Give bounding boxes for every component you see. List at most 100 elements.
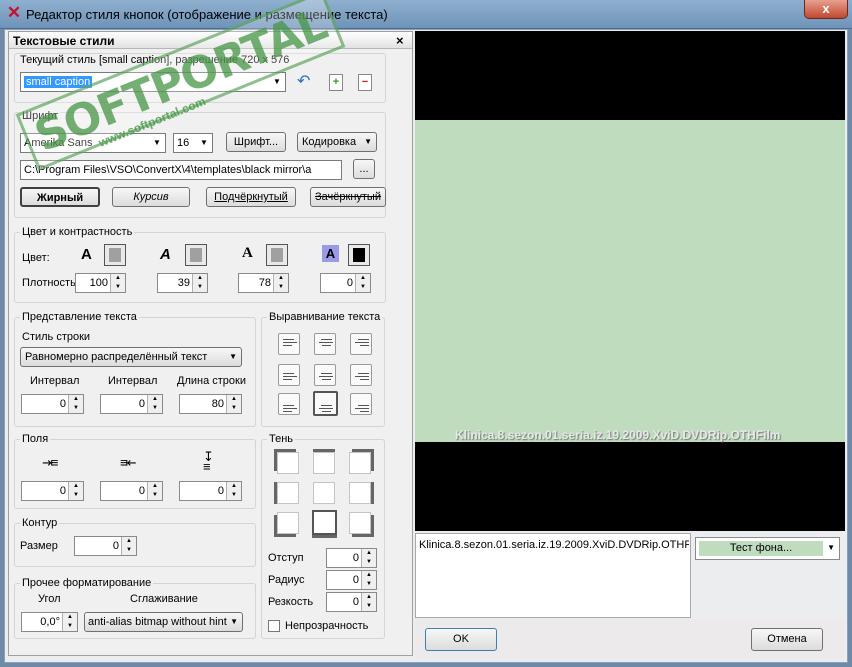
spin-arrows-icon[interactable]: ▲ ▼ bbox=[110, 274, 125, 292]
opacity-spin-3[interactable]: 78 ▲ ▼ bbox=[238, 273, 289, 293]
shadow-radius-value: 0 bbox=[352, 574, 359, 586]
opacity-value: 0 bbox=[346, 277, 353, 289]
spin-arrows-icon[interactable]: ▲ ▼ bbox=[192, 274, 207, 292]
shadow-top-icon[interactable] bbox=[313, 452, 335, 474]
interval2-spin[interactable]: 0 ▲ ▼ bbox=[100, 394, 163, 414]
font-path-field[interactable]: C:\Program Files\VSO\ConvertX\4\template… bbox=[20, 160, 342, 180]
align-middle-right-icon[interactable] bbox=[350, 364, 372, 386]
spin-arrows-icon[interactable]: ▲ ▼ bbox=[361, 571, 376, 589]
spin-arrows-icon[interactable]: ▲ ▼ bbox=[62, 613, 77, 631]
bold-button[interactable]: Жирный bbox=[20, 187, 100, 207]
spin-arrows-icon[interactable]: ▲ ▼ bbox=[121, 537, 136, 555]
angle-label: Угол bbox=[38, 593, 61, 605]
shadow-color-swatch[interactable] bbox=[266, 244, 288, 266]
chevron-down-icon: ▼ bbox=[364, 137, 372, 146]
add-style-icon[interactable]: + bbox=[329, 74, 343, 91]
shadow-none-icon[interactable] bbox=[313, 482, 335, 504]
line-length-spin[interactable]: 80 ▲ ▼ bbox=[179, 394, 242, 414]
smoothing-select[interactable]: anti-alias bitmap without hint ▼ bbox=[84, 612, 243, 632]
opacity-checkbox[interactable] bbox=[268, 620, 280, 632]
spin-arrows-icon[interactable]: ▲ ▼ bbox=[147, 395, 162, 413]
shadow-top-left-icon[interactable] bbox=[277, 452, 299, 474]
ok-button[interactable]: OK bbox=[425, 628, 497, 651]
spin-arrows-icon[interactable]: ▲ ▼ bbox=[355, 274, 370, 292]
margin-value: 0 bbox=[59, 485, 66, 497]
align-top-right-icon[interactable] bbox=[350, 333, 372, 355]
chevron-down-icon: ▼ bbox=[230, 617, 238, 626]
shadow-bottom-icon[interactable] bbox=[312, 510, 337, 535]
cancel-button[interactable]: Отмена bbox=[751, 628, 823, 651]
line-length-value: 80 bbox=[211, 398, 224, 410]
margin-vertical-icon: ↧ ≡ bbox=[203, 449, 214, 474]
margin-right-spin[interactable]: 0 ▲ ▼ bbox=[100, 481, 163, 501]
italic-button[interactable]: Курсив bbox=[112, 187, 190, 207]
spin-arrows-icon[interactable]: ▲ ▼ bbox=[68, 482, 83, 500]
strikethrough-button[interactable]: Зачёркнутый bbox=[310, 187, 386, 207]
margin-vertical-spin[interactable]: 0 ▲ ▼ bbox=[179, 481, 242, 501]
line-style-value: Равномерно распределённый текст bbox=[25, 351, 208, 363]
preview-caption: Klinica.8.sezon.01.seria.iz.19.2009.XviD… bbox=[455, 428, 781, 442]
text-color-swatch[interactable] bbox=[104, 244, 126, 266]
interval1-value: 0 bbox=[59, 398, 66, 410]
spin-arrows-icon[interactable]: ▲ ▼ bbox=[147, 482, 162, 500]
interval1-label: Интервал bbox=[30, 375, 80, 387]
shadow-offset-label: Отступ bbox=[268, 552, 304, 564]
spin-arrows-icon[interactable]: ▲ ▼ bbox=[361, 549, 376, 567]
align-top-left-icon[interactable] bbox=[278, 333, 300, 355]
encoding-button[interactable]: Кодировка ▼ bbox=[297, 132, 377, 152]
shadow-radius-spin[interactable]: 0 ▲ ▼ bbox=[326, 570, 377, 590]
outline-color-swatch[interactable] bbox=[185, 244, 207, 266]
swatch-fill bbox=[190, 248, 202, 262]
browse-font-button[interactable]: ... bbox=[353, 159, 375, 179]
opacity-spin-2[interactable]: 39 ▲ ▼ bbox=[157, 273, 208, 293]
align-bottom-left-icon[interactable] bbox=[278, 393, 300, 415]
shadow-left-icon[interactable] bbox=[277, 482, 299, 504]
shadow-sharpness-spin[interactable]: 0 ▲ ▼ bbox=[326, 592, 377, 612]
interval1-spin[interactable]: 0 ▲ ▼ bbox=[21, 394, 84, 414]
opacity-spin-1[interactable]: 100 ▲ ▼ bbox=[75, 273, 126, 293]
background-test-label: Тест фона... bbox=[699, 541, 823, 556]
shadow-top-right-icon[interactable] bbox=[349, 452, 371, 474]
window-close-button[interactable]: x bbox=[804, 0, 848, 19]
align-bottom-center-icon[interactable] bbox=[313, 391, 338, 416]
spin-arrows-icon[interactable]: ▲ ▼ bbox=[361, 593, 376, 611]
background-color-swatch[interactable] bbox=[348, 244, 370, 266]
align-middle-center-icon[interactable] bbox=[314, 364, 336, 386]
spin-arrows-icon[interactable]: ▲ ▼ bbox=[273, 274, 288, 292]
panel-close-button[interactable]: × bbox=[396, 33, 404, 48]
angle-spin[interactable]: 0,0° ▲ ▼ bbox=[21, 612, 78, 632]
panel-title: Текстовые стили bbox=[13, 34, 115, 48]
spin-arrows-icon[interactable]: ▲ ▼ bbox=[226, 482, 241, 500]
outline-color-icon: A bbox=[160, 246, 171, 263]
preview-text-field[interactable]: Klinica.8.sezon.01.seria.iz.19.2009.XviD… bbox=[415, 533, 691, 618]
shadow-offset-spin[interactable]: 0 ▲ ▼ bbox=[326, 548, 377, 568]
spin-arrows-icon[interactable]: ▲ ▼ bbox=[68, 395, 83, 413]
contour-size-spin[interactable]: 0 ▲ ▼ bbox=[74, 536, 137, 556]
margin-value: 0 bbox=[138, 485, 145, 497]
window-titlebar: ✕ Редактор стиля кнопок (отображение и р… bbox=[0, 0, 852, 29]
shadow-right-icon[interactable] bbox=[349, 482, 371, 504]
undo-style-icon[interactable]: ↶ bbox=[297, 74, 315, 90]
align-top-center-icon[interactable] bbox=[314, 333, 336, 355]
shadow-sharpness-value: 0 bbox=[352, 596, 359, 608]
spin-arrows-icon[interactable]: ▲ ▼ bbox=[226, 395, 241, 413]
chevron-down-icon: ▼ bbox=[827, 543, 835, 552]
remove-style-icon[interactable]: − bbox=[358, 74, 372, 91]
contour-size-label: Размер bbox=[20, 540, 58, 552]
margin-value: 0 bbox=[217, 485, 224, 497]
margin-left-spin[interactable]: 0 ▲ ▼ bbox=[21, 481, 84, 501]
opacity-spin-4[interactable]: 0 ▲ ▼ bbox=[320, 273, 371, 293]
line-length-label: Длина строки bbox=[177, 375, 246, 387]
align-middle-left-icon[interactable] bbox=[278, 364, 300, 386]
font-button[interactable]: Шрифт... bbox=[226, 132, 286, 152]
font-size-select[interactable]: 16 ▼ bbox=[173, 133, 213, 153]
underline-button[interactable]: Подчёркнутый bbox=[206, 187, 296, 207]
shadow-bottom-left-icon[interactable] bbox=[277, 512, 299, 534]
align-bottom-right-icon[interactable] bbox=[350, 393, 372, 415]
contour-size-value: 0 bbox=[112, 540, 119, 552]
background-test-select[interactable]: Тест фона... ▼ bbox=[695, 537, 840, 560]
line-style-select[interactable]: Равномерно распределённый текст ▼ bbox=[20, 347, 242, 367]
interval2-value: 0 bbox=[138, 398, 145, 410]
chevron-down-icon: ▼ bbox=[229, 352, 237, 361]
shadow-bottom-right-icon[interactable] bbox=[349, 512, 371, 534]
